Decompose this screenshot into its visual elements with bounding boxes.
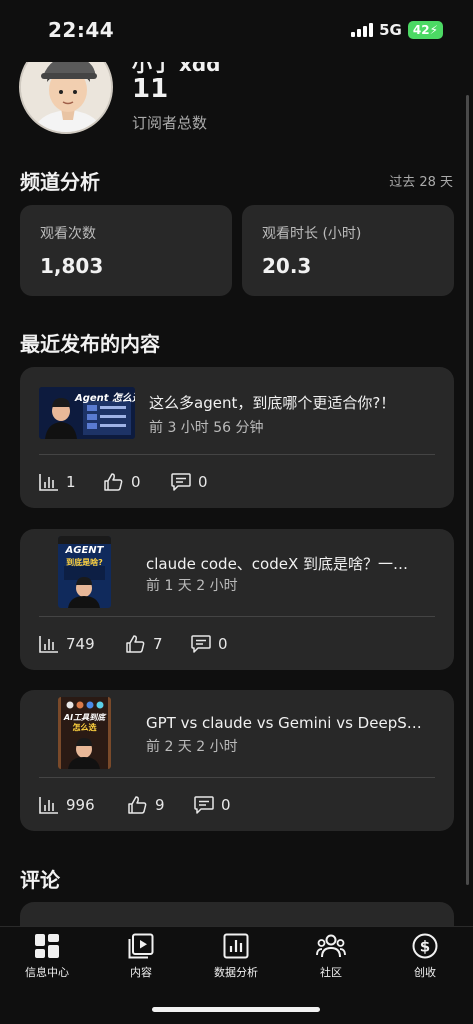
video-title: claude code、codeX 到底是啥？一… [146, 555, 409, 573]
period-label[interactable]: 过去 28 天 [389, 171, 453, 190]
divider [39, 616, 435, 617]
views-metric: 996 [39, 796, 95, 814]
nav-community-label: 社区 [320, 966, 342, 979]
divider [39, 777, 435, 778]
watch-time-label: 观看时长 (小时) [262, 226, 362, 242]
bar-chart-icon [39, 474, 58, 491]
nav-earn-label: 创收 [414, 966, 436, 979]
views-count: 996 [66, 796, 95, 814]
signal-icon [351, 23, 374, 37]
battery-level: 42 [412, 23, 430, 37]
comments-count: 0 [221, 796, 231, 814]
views-metric: 749 [39, 635, 95, 653]
views-count: 749 [66, 635, 95, 653]
dollar-icon: $ [412, 933, 438, 959]
thumbnail-text: AGENT [65, 545, 104, 556]
comment-icon [194, 796, 214, 814]
video-title: GPT vs claude vs Gemini vs DeepS… [146, 714, 422, 732]
nav-dashboard-label: 信息中心 [25, 966, 69, 979]
views-card[interactable]: 观看次数 1,803 [20, 205, 232, 296]
views-metric: 1 [39, 473, 76, 491]
video-card[interactable]: AI工具到底 怎么选 GPT vs claude vs Gemini vs De… [20, 690, 454, 831]
comments-title: 评论 [20, 868, 60, 892]
likes-metric: 7 [126, 635, 163, 653]
comments-count: 0 [218, 635, 228, 653]
battery-icon: 42⚡ [407, 21, 443, 39]
status-bar: 22:44 5G 42⚡ [0, 0, 473, 62]
community-icon [316, 934, 346, 958]
subscriber-label: 订阅者总数 [132, 114, 208, 132]
comments-metric: 0 [191, 635, 228, 653]
video-thumbnail[interactable]: AGENT 到底是啥? [58, 536, 111, 608]
analytics-title: 频道分析 [20, 170, 100, 194]
thumbs-up-icon [104, 473, 123, 491]
thumbnail-text: Agent 怎么选? [75, 393, 135, 404]
scrollbar[interactable] [466, 95, 469, 885]
video-publish-time: 前 2 天 2 小时 [146, 739, 238, 755]
likes-metric: 9 [128, 796, 165, 814]
nav-analytics-label: 数据分析 [214, 966, 258, 979]
thumbnail-subtext: 到底是啥? [66, 558, 103, 567]
bar-chart-icon [39, 636, 58, 653]
svg-text:$: $ [420, 938, 430, 956]
nav-content-label: 内容 [130, 966, 152, 979]
thumbs-up-icon [126, 635, 145, 653]
likes-metric: 0 [104, 473, 141, 491]
analytics-icon [223, 933, 249, 959]
nav-community[interactable]: 社区 [284, 933, 378, 980]
comments-metric: 0 [194, 796, 231, 814]
video-library-icon [128, 933, 154, 959]
views-label: 观看次数 [40, 226, 96, 242]
video-card[interactable]: Agent 怎么选? 这么多agent，到底哪个更适合你?！ 前 3 小时 56… [20, 367, 454, 508]
status-indicators: 5G 42⚡ [351, 21, 443, 39]
bar-chart-icon [39, 797, 58, 814]
nav-analytics[interactable]: 数据分析 [189, 933, 283, 980]
views-value: 1,803 [40, 254, 104, 278]
watch-time-card[interactable]: 观看时长 (小时) 20.3 [242, 205, 454, 296]
video-thumbnail[interactable]: AI工具到底 怎么选 [58, 697, 111, 769]
video-publish-time: 前 3 小时 56 分钟 [149, 420, 264, 436]
nav-earn[interactable]: $ 创收 [378, 933, 472, 980]
subscriber-count: 11 [132, 74, 169, 104]
video-card[interactable]: AGENT 到底是啥? claude code、codeX 到底是啥？一… 前 … [20, 529, 454, 670]
likes-count: 9 [155, 796, 165, 814]
status-time: 22:44 [48, 18, 115, 42]
nav-content[interactable]: 内容 [94, 933, 188, 980]
likes-count: 7 [153, 635, 163, 653]
video-thumbnail[interactable]: Agent 怎么选? [39, 387, 135, 439]
recent-content-title: 最近发布的内容 [20, 332, 160, 356]
video-title: 这么多agent，到底哪个更适合你?！ [149, 394, 396, 412]
network-type: 5G [379, 21, 402, 39]
comments-count: 0 [198, 473, 208, 491]
divider [39, 454, 435, 455]
comments-metric: 0 [171, 473, 208, 491]
dashboard-icon [35, 934, 59, 958]
comment-icon [191, 635, 211, 653]
comment-icon [171, 473, 191, 491]
nav-dashboard[interactable]: 信息中心 [0, 933, 94, 980]
thumbnail-subtext: 怎么选 [72, 723, 97, 732]
views-count: 1 [66, 473, 76, 491]
likes-count: 0 [131, 473, 141, 491]
thumbs-up-icon [128, 796, 147, 814]
video-publish-time: 前 1 天 2 小时 [146, 578, 238, 594]
home-indicator [152, 1007, 320, 1012]
watch-time-value: 20.3 [262, 254, 312, 278]
